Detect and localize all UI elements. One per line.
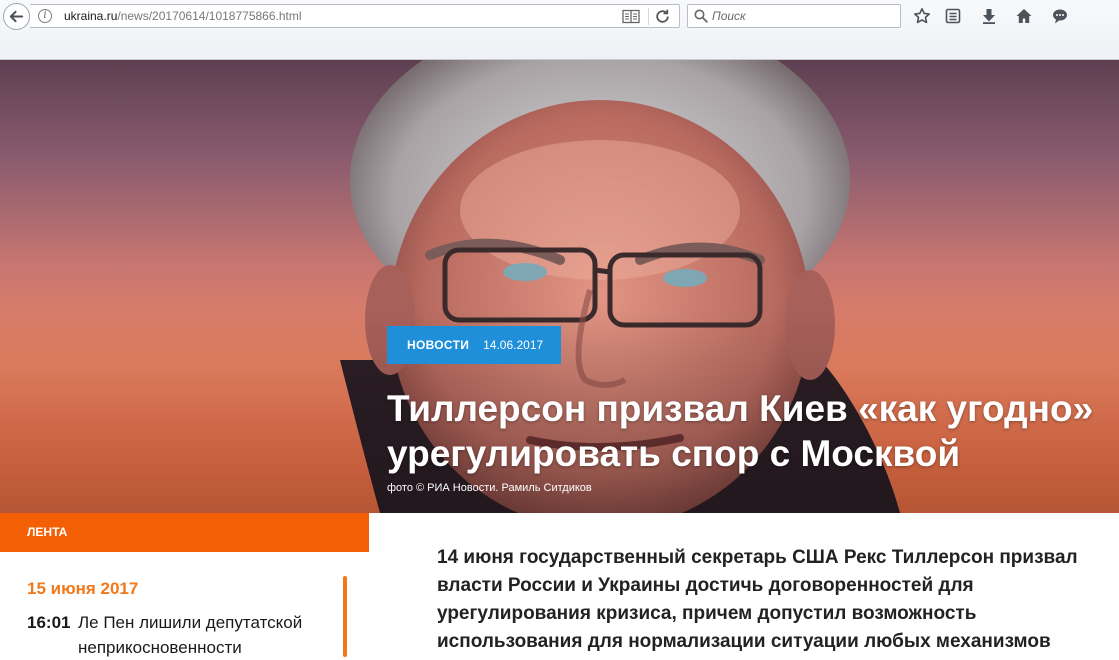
browser-toolbar: i ukraina.ru/news/20170614/1018775866.ht… xyxy=(0,0,1119,60)
bookmark-star-icon xyxy=(914,8,930,24)
news-feed-scrollbar[interactable] xyxy=(343,576,347,657)
address-bar[interactable]: i ukraina.ru/news/20170614/1018775866.ht… xyxy=(30,4,680,28)
download-icon xyxy=(983,9,995,24)
search-bar[interactable] xyxy=(687,4,901,28)
article-lead: 14 июня государственный секретарь США Ре… xyxy=(437,547,1078,652)
reader-view-icon[interactable] xyxy=(622,9,640,24)
home-icon xyxy=(1016,9,1032,23)
bookmark-star-button[interactable] xyxy=(911,5,933,27)
news-feed-item-time: 16:01 xyxy=(27,613,71,632)
home-button[interactable] xyxy=(1013,5,1035,27)
news-feed-item-link[interactable]: Ле Пен лишили депутатской неприкосновенн… xyxy=(78,610,348,660)
back-arrow-icon xyxy=(9,10,24,23)
search-input[interactable] xyxy=(712,6,896,26)
photo-credit: фото © РИА Новости. Рамиль Ситдиков xyxy=(387,482,592,494)
article-body: 14 июня государственный секретарь США Ре… xyxy=(387,513,1119,657)
url-domain: ukraina.ru xyxy=(64,9,118,23)
category-label: НОВОСТИ xyxy=(407,338,470,352)
category-tag[interactable]: НОВОСТИ 14.06.2017 xyxy=(387,326,561,364)
url-text[interactable]: ukraina.ru/news/20170614/1018775866.html xyxy=(64,9,302,23)
download-button[interactable] xyxy=(978,5,1000,27)
url-path: /news/20170614/1018775866.html xyxy=(117,9,302,23)
news-feed-date: 15 июня 2017 xyxy=(27,579,139,598)
chat-icon xyxy=(1053,9,1067,24)
news-feed-title: ЛЕНТА xyxy=(0,513,369,552)
search-icon xyxy=(694,9,708,23)
info-icon[interactable]: i xyxy=(38,9,52,23)
reload-icon[interactable] xyxy=(654,8,671,25)
hero-banner: НОВОСТИ 14.06.2017 Тиллерсон призвал Кие… xyxy=(0,60,1119,513)
bookmarks-list-button[interactable] xyxy=(942,5,964,27)
article-date: 14.06.2017 xyxy=(483,338,544,352)
url-divider xyxy=(648,8,649,25)
article-headline: Тиллерсон призвал Киев «как угодно» урег… xyxy=(387,388,1094,474)
news-feed-sidebar: ЛЕНТА 15 июня 2017 16:01 Ле Пен лишили д… xyxy=(0,513,369,657)
back-button[interactable] xyxy=(3,3,30,30)
chat-button[interactable] xyxy=(1049,5,1071,27)
bookmarks-list-icon xyxy=(945,8,961,24)
